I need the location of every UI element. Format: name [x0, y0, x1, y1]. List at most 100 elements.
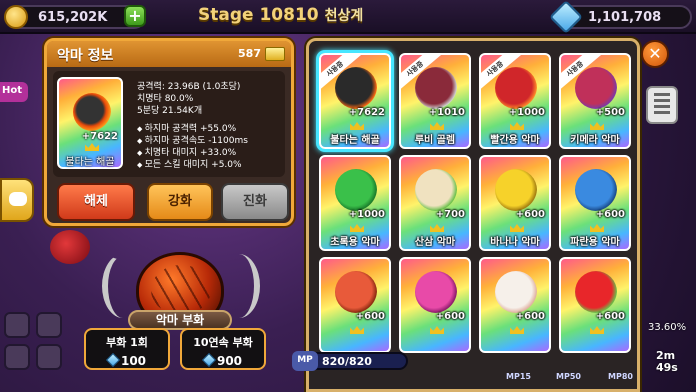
devil-art-icon	[335, 169, 377, 211]
sword-icon[interactable]	[4, 344, 30, 370]
devil-card[interactable]: +600	[559, 257, 631, 353]
devil-card[interactable]: 사용중 +1010 루비 골렘	[399, 53, 471, 149]
hatch-ten-button[interactable]: 10연속 부화 900	[180, 328, 266, 370]
crown-icon	[510, 122, 524, 130]
devil-level: +600	[515, 209, 545, 220]
stat-production: 5분당 21.54K개	[137, 106, 203, 116]
crown-icon	[430, 122, 444, 130]
evolve-button[interactable]: 진화	[221, 183, 289, 221]
devil-card[interactable]: +700 산삼 악마	[399, 155, 471, 251]
devil-art-icon	[495, 169, 537, 211]
devil-name: 바나나 악마	[490, 237, 540, 248]
crown-icon	[430, 326, 444, 334]
devil-card[interactable]: 사용중 +1000 빨간용 악마	[479, 53, 551, 149]
info-title: 악마 정보	[57, 48, 114, 64]
hot-button[interactable]: Hot	[0, 82, 28, 102]
devil-name: 빨간용 악마	[490, 135, 540, 146]
vip-icon[interactable]	[36, 312, 62, 338]
buff-attack: 하지마 공격력 +55.0%	[137, 123, 248, 135]
devil-card[interactable]: 사용중 +7622 불타는 해골	[319, 53, 391, 149]
devil-level: +7622	[348, 107, 385, 118]
devil-level: +600	[595, 311, 625, 322]
devil-art-icon	[415, 67, 457, 109]
gold-coin-icon	[4, 5, 28, 29]
devil-art-icon	[575, 271, 617, 313]
gem-counter: 1,101,708	[549, 0, 692, 34]
devil-name: 산삼 악마	[414, 237, 456, 248]
mp-value: 820/820	[322, 355, 372, 368]
devil-art-icon	[415, 271, 457, 313]
hatch-ten-label: 10연속 부화	[193, 336, 253, 349]
crown-icon	[510, 224, 524, 232]
devil-art-icon	[575, 67, 617, 109]
mp-tag: MP	[292, 351, 318, 371]
close-button[interactable]: ✕	[641, 40, 669, 68]
hatch-once-button[interactable]: 부화 1회 100	[84, 328, 170, 370]
portrait-name: 불타는 해골	[65, 157, 115, 168]
devil-art-icon	[335, 67, 377, 109]
devil-level: +600	[435, 311, 465, 322]
info-body: +7622 불타는 해골 공격력: 23.96B (1.0초당) 치명타 80.…	[53, 71, 285, 177]
red-devil-icon	[50, 230, 90, 264]
stat-attack: 공격력: 23.96B (1.0초당)	[137, 82, 241, 92]
crown-icon	[510, 326, 524, 334]
devil-card[interactable]: 사용중 +500 키메라 악마	[559, 53, 631, 149]
hatch-ten-price: 900	[201, 352, 242, 368]
gem-icon	[549, 0, 583, 34]
hatch-once-price: 100	[105, 352, 146, 368]
mp-bar: MP 820/820	[292, 351, 408, 371]
devil-card[interactable]: +600 바나나 악마	[479, 155, 551, 251]
event-icon[interactable]	[4, 312, 30, 338]
devil-level: +500	[595, 107, 625, 118]
devil-name: 키메라 악마	[570, 135, 620, 146]
devil-name: 루비 골렘	[414, 135, 456, 146]
devil-level: +1000	[508, 107, 545, 118]
stage-title: Stage 10810 천상계	[198, 5, 363, 25]
devil-card[interactable]: +1000 초록용 악마	[319, 155, 391, 251]
devil-level: +1010	[428, 107, 465, 118]
devil-art-icon	[495, 67, 537, 109]
skill-cost-2: MP50	[556, 372, 581, 381]
gem-icon	[105, 352, 121, 368]
shield-icon[interactable]	[36, 344, 62, 370]
devil-card[interactable]: +600	[399, 257, 471, 353]
chat-button[interactable]	[0, 178, 34, 222]
selected-devil-portrait: +7622 불타는 해골	[57, 77, 123, 169]
devil-name: 초록용 악마	[330, 237, 380, 248]
devil-name: 불타는 해골	[330, 135, 380, 146]
stat-critical: 치명타 80.0%	[137, 94, 194, 104]
skill-cost-3: MP80	[608, 372, 633, 381]
crown-icon	[430, 224, 444, 232]
gem-icon	[201, 352, 217, 368]
release-button[interactable]: 해제	[57, 183, 135, 221]
devil-collection-panel: 사용중 +7622 불타는 해골 사용중 +1010 루비 골렘 사용중 +1000 빨간용 악…	[306, 38, 640, 392]
devil-level: +700	[435, 209, 465, 220]
hatch-once-label: 부화 1회	[106, 336, 148, 349]
progress-percent: 33.60%	[648, 322, 687, 333]
devil-name: 파란용 악마	[570, 237, 620, 248]
add-gold-button[interactable]: +	[124, 5, 146, 27]
devil-art-icon	[495, 271, 537, 313]
crown-icon	[350, 224, 364, 232]
laurel-right-icon	[218, 254, 260, 318]
chat-icon	[9, 192, 27, 206]
enhance-button[interactable]: 강화	[147, 183, 213, 221]
buff-skill-damage: 모든 스킬 대미지 +5.0%	[137, 159, 248, 171]
skill-cost-1: MP15	[506, 372, 531, 381]
crown-icon	[590, 122, 604, 130]
crown-icon	[590, 224, 604, 232]
ticket-icon	[265, 47, 285, 61]
flaming-skull-icon	[73, 93, 111, 131]
calculator-button[interactable]	[646, 86, 678, 124]
devil-info-panel: 악마 정보 587 +7622 불타는 해골 공격력: 23.96B (1.0초…	[44, 38, 294, 226]
crown-icon	[590, 326, 604, 334]
gem-value: 1,101,708	[588, 10, 662, 25]
ticket-count: 587	[238, 47, 261, 60]
crown-icon	[350, 122, 364, 130]
info-header: 악마 정보 587	[47, 41, 291, 67]
devil-card[interactable]: +600	[319, 257, 391, 353]
devil-stats: 공격력: 23.96B (1.0초당) 치명타 80.0% 5분당 21.54K…	[137, 81, 248, 171]
devil-card[interactable]: +600	[479, 257, 551, 353]
devil-art-icon	[415, 169, 457, 211]
devil-card[interactable]: +600 파란용 악마	[559, 155, 631, 251]
